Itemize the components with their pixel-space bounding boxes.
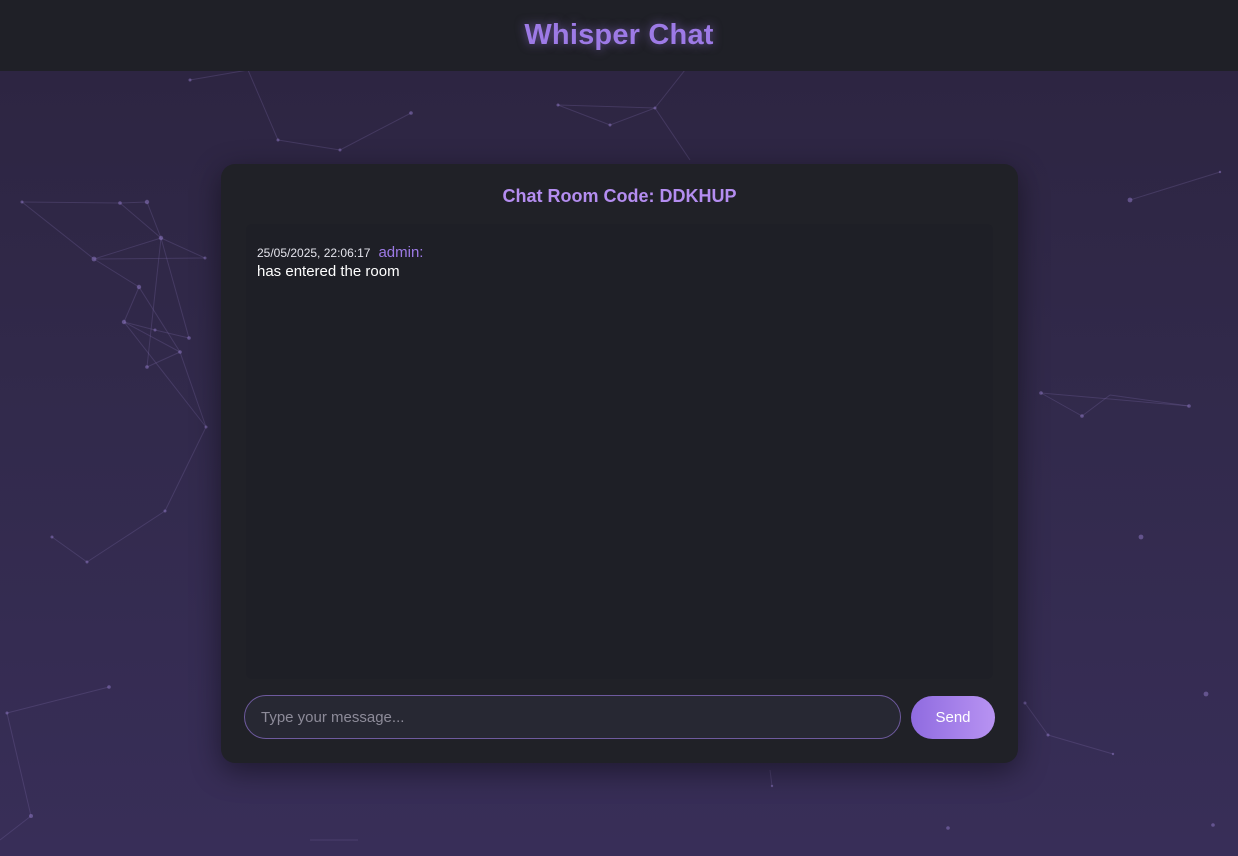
room-code-label: Chat Room Code: <box>502 186 655 206</box>
send-button[interactable]: Send <box>911 696 995 739</box>
message-username: admin: <box>378 244 424 261</box>
chat-card: Chat Room Code: DDKHUP 25/05/2025, 22:06:… <box>221 164 1018 763</box>
message-timestamp: 25/05/2025, 22:06:17 <box>257 246 371 260</box>
app-title: Whisper Chat <box>524 19 714 51</box>
room-code: DDKHUP <box>659 186 737 206</box>
room-heading: Chat Room Code: DDKHUP <box>221 186 1018 207</box>
message-meta: 25/05/2025, 22:06:17 admin: <box>257 244 423 261</box>
app-header: Whisper Chat <box>0 0 1238 71</box>
message-list[interactable]: 25/05/2025, 22:06:17 admin: has entered … <box>246 224 993 679</box>
message-item: 25/05/2025, 22:06:17 admin: has entered … <box>257 244 423 280</box>
message-text: has entered the room <box>257 263 400 280</box>
message-input[interactable] <box>244 695 901 739</box>
